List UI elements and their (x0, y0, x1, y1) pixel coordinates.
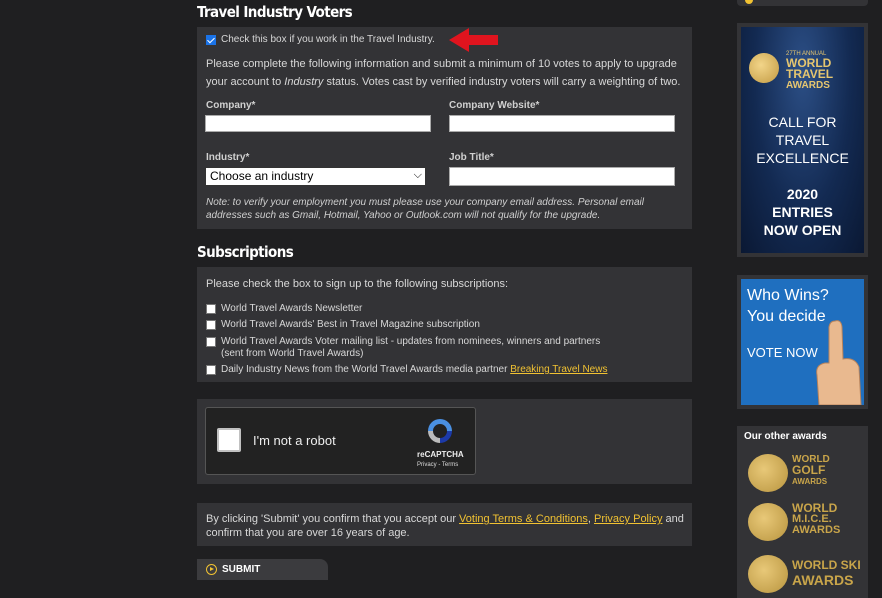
magazine-label: World Travel Awards' Best in Travel Maga… (221, 319, 480, 330)
voter-mailing-label-sub: (sent from World Travel Awards) (221, 348, 364, 359)
ad2-cta: VOTE NOW (747, 345, 818, 360)
recaptcha-logo-icon (428, 419, 452, 443)
world-golf-awards-link[interactable]: WORLD GOLF AWARDS (748, 452, 868, 494)
privacy-policy-link[interactable]: Privacy Policy (594, 513, 662, 525)
play-icon (206, 564, 217, 575)
golf-awards-text: WORLD GOLF AWARDS (792, 454, 830, 486)
recaptcha-brand: reCAPTCHA (417, 450, 464, 459)
chevron-down-icon: ⌵ (413, 169, 422, 181)
daily-news-checkbox[interactable] (206, 365, 216, 375)
ad1-entries-text: 2020 ENTRIES NOW OPEN (763, 186, 842, 238)
terms-text: By clicking 'Submit' you confirm that yo… (206, 513, 684, 539)
ad1-call-text: CALL FOR TRAVEL EXCELLENCE (756, 114, 849, 166)
ski-awards-text: WORLD SKI AWARDS (792, 558, 861, 588)
verification-note: Note: to verify your employment you must… (206, 197, 644, 221)
voting-terms-link[interactable]: Voting Terms & Conditions (459, 513, 588, 525)
subscriptions-intro: Please check the box to sign up to the f… (206, 278, 509, 290)
other-awards-title: Our other awards (744, 431, 827, 442)
newsletter-label: World Travel Awards Newsletter (221, 303, 363, 314)
vote-now-ad[interactable]: Who Wins? You decide VOTE NOW (741, 279, 864, 405)
wta-call-for-entries-ad[interactable]: 27TH ANNUAL WORLD TRAVEL AWARDS CALL FOR TR… (741, 27, 864, 253)
recaptcha-privacy-terms[interactable]: Privacy - Terms (417, 462, 458, 468)
subscriptions-title: Subscriptions (197, 243, 294, 261)
travel-industry-checkbox[interactable] (206, 35, 216, 45)
voter-mailing-label: World Travel Awards Voter mailing list -… (221, 336, 601, 347)
sidebar-top-stub (737, 0, 868, 6)
travel-industry-checkbox-label: Check this box if you work in the Travel… (221, 34, 435, 45)
company-label: Company* (206, 100, 256, 111)
newsletter-checkbox[interactable] (206, 304, 216, 314)
ad1-brand: WORLD TRAVEL AWARDS (786, 56, 834, 91)
company-website-input[interactable] (449, 115, 675, 132)
recaptcha-label: I'm not a robot (253, 433, 336, 448)
job-title-input[interactable] (449, 167, 675, 186)
industry-intro-text: Please complete the following informatio… (206, 58, 681, 88)
pointer-arrow-icon (449, 28, 498, 52)
industry-label: Industry* (206, 152, 250, 163)
company-website-label: Company Website* (449, 100, 540, 111)
golf-logo-icon (748, 454, 788, 492)
submit-button[interactable]: SUBMIT (197, 559, 328, 580)
job-title-label: Job Title* (449, 152, 494, 163)
magazine-checkbox[interactable] (206, 320, 216, 330)
daily-news-label: Daily Industry News from the World Trave… (221, 364, 608, 375)
industry-select[interactable]: Choose an industry ⌵ (205, 167, 426, 186)
mice-logo-icon (748, 503, 788, 541)
voter-mailing-checkbox[interactable] (206, 337, 216, 347)
breaking-travel-news-link[interactable]: Breaking Travel News (510, 364, 607, 375)
pointing-hand-icon (816, 320, 862, 405)
recaptcha-widget: I'm not a robot reCAPTCHA Privacy - Term… (205, 407, 476, 475)
world-ski-awards-link[interactable]: WORLD SKI AWARDS (748, 553, 868, 595)
recaptcha-checkbox[interactable] (217, 428, 241, 452)
company-input[interactable] (205, 115, 431, 132)
world-mice-awards-link[interactable]: WORLD M.I.C.E. AWARDS (748, 501, 868, 543)
mice-awards-text: WORLD M.I.C.E. AWARDS (792, 501, 841, 536)
ski-logo-icon (748, 555, 788, 593)
travel-industry-title: Travel Industry Voters (197, 3, 353, 21)
globe-logo-icon (749, 53, 779, 83)
industry-select-value: Choose an industry (210, 169, 314, 183)
